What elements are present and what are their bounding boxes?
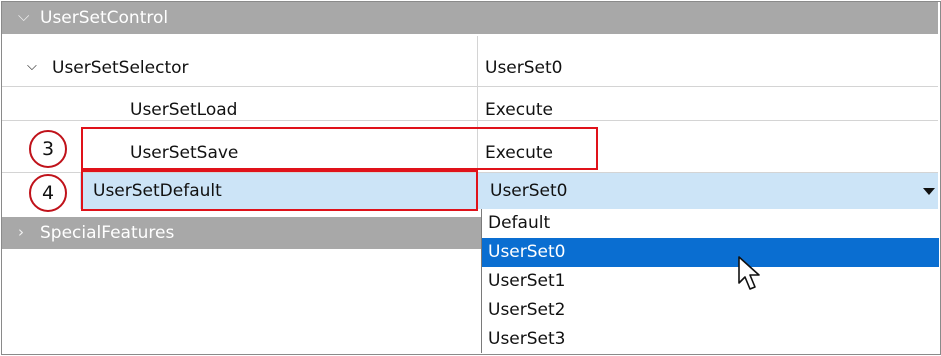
- property-name-usersetload: UserSetLoad: [130, 100, 238, 120]
- group-header-usersetcontrol[interactable]: ⌵ UserSetControl: [2, 2, 938, 34]
- row-divider: [2, 86, 938, 87]
- property-value-usersetselector[interactable]: UserSet0: [485, 58, 562, 78]
- property-grid-screenshot: ⌵ UserSetControl ⌵ UserSetSelector UserS…: [0, 0, 941, 356]
- annotation-box-default: [81, 170, 478, 211]
- chevron-down-icon[interactable]: ⌵: [18, 7, 29, 25]
- dropdown-option-selected[interactable]: UserSet0: [482, 238, 939, 267]
- step-badge-4: 4: [29, 174, 67, 212]
- group-header-specialfeatures[interactable]: › SpecialFeatures: [2, 217, 481, 249]
- step-badge-3: 3: [29, 130, 67, 168]
- dropdown-option[interactable]: UserSet2: [482, 296, 939, 325]
- group-label: UserSetControl: [40, 8, 169, 28]
- dropdown-option[interactable]: Default: [482, 209, 939, 238]
- property-name-usersetselector: UserSetSelector: [52, 58, 189, 78]
- dropdown-option[interactable]: UserSet1: [482, 267, 939, 296]
- group-label: SpecialFeatures: [40, 223, 175, 243]
- dropdown-list: Default UserSet0 UserSet1 UserSet2 UserS…: [481, 209, 939, 353]
- annotation-box-save: [81, 127, 598, 170]
- property-value-usersetload[interactable]: Execute: [485, 100, 553, 120]
- chevron-right-icon[interactable]: ›: [18, 223, 24, 241]
- combo-value-usersetdefault[interactable]: UserSet0: [490, 181, 567, 201]
- dropdown-option[interactable]: UserSet3: [482, 325, 939, 354]
- chevron-down-icon[interactable]: ⌵: [27, 59, 37, 74]
- dropdown-arrow-icon[interactable]: [923, 188, 935, 195]
- mouse-cursor-icon: [738, 256, 760, 290]
- row-divider: [2, 120, 938, 121]
